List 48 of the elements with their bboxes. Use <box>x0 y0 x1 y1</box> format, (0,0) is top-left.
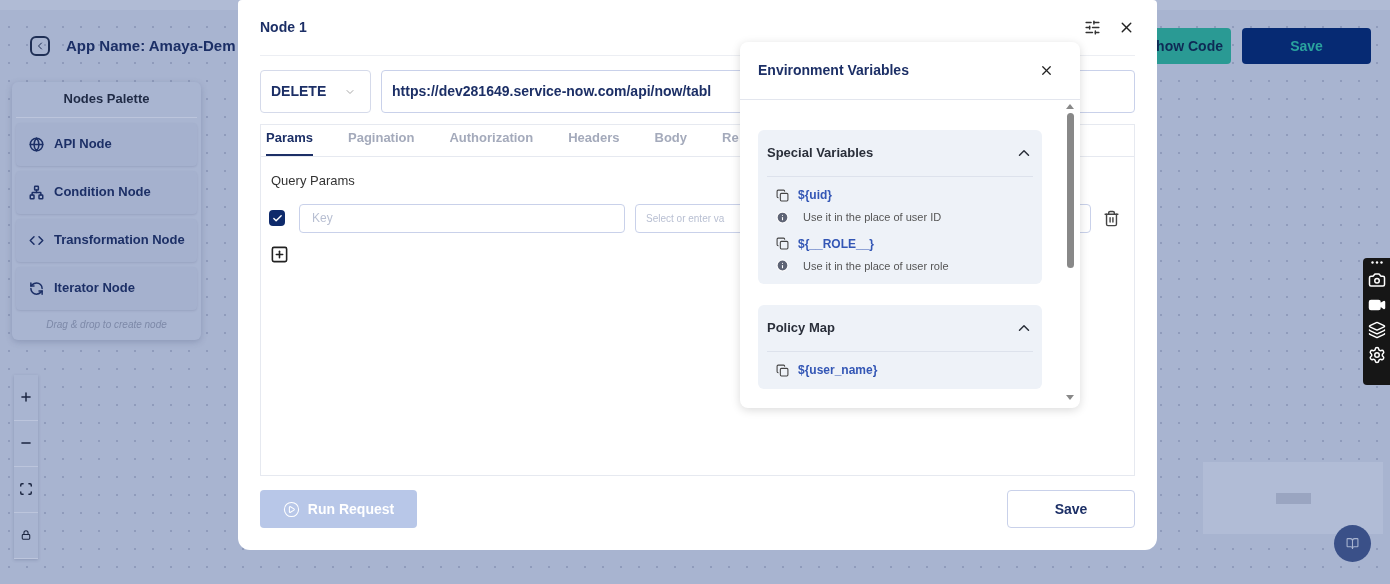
app-name: App Name: Amaya-Dem <box>66 35 236 56</box>
section-header[interactable]: Special Variables <box>767 130 1033 177</box>
settings-sliders-icon[interactable] <box>1084 19 1101 36</box>
variable-name: ${__ROLE__} <box>798 235 875 253</box>
header-button[interactable]: Save <box>1242 28 1371 64</box>
layers-icon[interactable] <box>1367 321 1386 339</box>
scrollbar-thumb[interactable] <box>1066 113 1074 268</box>
book-icon <box>1346 537 1359 550</box>
dialog-title: Node 1 <box>260 18 307 37</box>
scroll-up-arrow-icon[interactable] <box>1066 104 1074 109</box>
help-button[interactable] <box>1334 525 1371 562</box>
lock-icon <box>21 530 31 540</box>
palette-node-item[interactable]: Transformation Node <box>16 218 197 262</box>
method-select[interactable]: DELETE <box>260 70 371 113</box>
palette-node-item[interactable]: API Node <box>16 122 197 166</box>
tab[interactable]: Params <box>266 127 313 156</box>
section-title: Query Params <box>271 172 356 190</box>
globe-icon <box>29 136 44 152</box>
variable-name: ${uid} <box>798 187 832 204</box>
plus-icon <box>19 390 33 404</box>
variable-description: Use it in the place of user ID <box>803 210 942 225</box>
check-icon <box>271 212 283 224</box>
palette-title: Nodes Palette <box>16 89 197 118</box>
info-icon <box>776 210 789 224</box>
close-icon[interactable] <box>1039 63 1054 78</box>
corners-icon <box>19 482 33 496</box>
palette-node-item[interactable]: Iterator Node <box>16 266 197 310</box>
branch-icon <box>29 184 44 200</box>
variable-description: Use it in the place of user role <box>803 258 949 274</box>
info-icon <box>776 259 789 273</box>
delete-icon[interactable] <box>1103 209 1120 227</box>
play-icon <box>282 500 300 518</box>
loop-icon <box>29 280 44 296</box>
section-header[interactable]: Policy Map <box>767 305 1033 352</box>
save-button[interactable]: Save <box>1007 490 1135 528</box>
scroll-down-arrow-icon[interactable] <box>1066 395 1074 400</box>
checkbox[interactable] <box>269 210 285 226</box>
copy-icon[interactable] <box>776 237 789 250</box>
key-field[interactable]: Key <box>299 203 625 233</box>
back-button[interactable] <box>30 36 50 56</box>
variable-name: ${user_name} <box>798 362 878 379</box>
copy-icon[interactable] <box>776 188 789 202</box>
add-icon[interactable] <box>270 244 289 264</box>
more-icon[interactable] <box>1370 261 1383 264</box>
settings-icon[interactable] <box>1367 346 1386 364</box>
camera-icon[interactable] <box>1367 271 1386 289</box>
palette-node-item[interactable]: Condition Node <box>16 170 197 214</box>
copy-icon[interactable] <box>776 363 789 377</box>
